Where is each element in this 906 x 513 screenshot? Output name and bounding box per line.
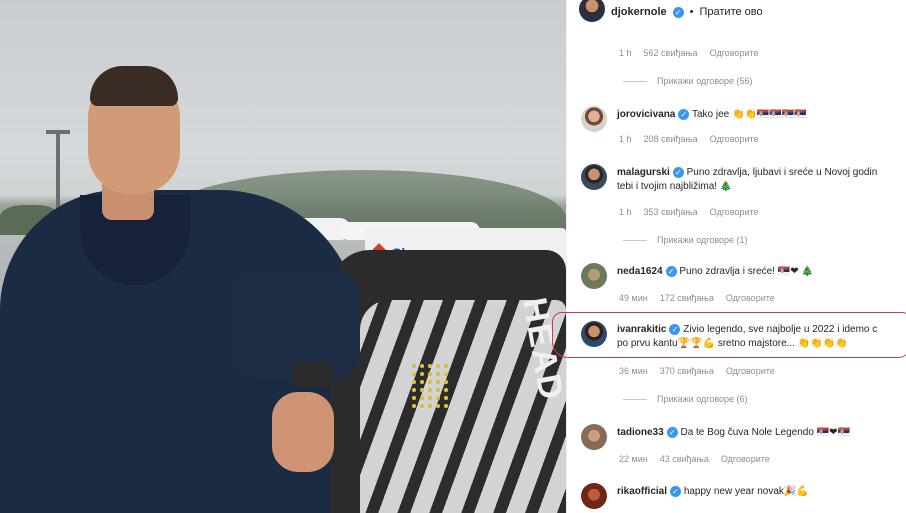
follow-button[interactable]: Пратите ово [699, 6, 762, 18]
highlight-outline [552, 312, 906, 358]
commenter-avatar[interactable] [581, 483, 607, 509]
comment-time: 1 h [619, 134, 632, 144]
verified-badge-icon: ✓ [670, 485, 682, 497]
commenter-username[interactable]: jorovicivana [617, 109, 675, 120]
commenter-username[interactable]: malagurski [617, 167, 670, 178]
author-username[interactable]: djokernole [611, 6, 667, 18]
comment-item: tadione33 ✓ Da te Bog čuva Nole Legendo 🇷… [581, 424, 906, 450]
comment-body: Tako jee 👏👏🇷🇸🇷🇸🇷🇸🇷🇸 [691, 109, 807, 120]
replies-divider [623, 239, 647, 241]
comment-time: 22 мин [619, 454, 648, 464]
comment-meta: 36 мин 370 свиђања Одговорите [619, 366, 775, 376]
comment-likes[interactable]: 208 свиђања [644, 134, 698, 144]
reply-button[interactable]: Одговорите [721, 454, 770, 464]
commenter-username[interactable]: rikaofficial [617, 486, 667, 497]
comment-body: Puno zdravlja i sreće! 🇷🇸❤ 🎄 [679, 266, 814, 277]
comment-text: jorovicivana ✓ Tako jee 👏👏🇷🇸🇷🇸🇷🇸🇷🇸 [617, 108, 807, 132]
comment-time: 36 мин [619, 366, 648, 376]
comment-likes[interactable]: 353 свиђања [644, 207, 698, 217]
reply-button[interactable]: Одговорите [710, 207, 759, 217]
verified-badge-icon: ✓ [678, 108, 690, 120]
comment-item: jorovicivana ✓ Tako jee 👏👏🇷🇸🇷🇸🇷🇸🇷🇸 [581, 106, 906, 132]
view-replies[interactable]: Прикажи одговоре (56) [623, 76, 753, 86]
comment-item: neda1624 ✓ Puno zdravlja i sreće! 🇷🇸❤ 🎄 [581, 263, 906, 289]
comment-time: 1 h [619, 207, 632, 217]
comment-body-line2: tebi i tvojim najbližima! 🎄 [617, 181, 733, 192]
comment-time: 49 мин [619, 293, 648, 303]
comment-likes[interactable]: 43 свиђања [660, 454, 709, 464]
post-photo: Sk HEAD [0, 0, 566, 513]
reply-button[interactable]: Одговорите [710, 134, 759, 144]
comment-body: happy new year novak🎉💪 [683, 486, 809, 497]
commenter-avatar[interactable] [581, 106, 607, 132]
verified-badge-icon: ✓ [672, 6, 684, 18]
comment-text: malagurski ✓ Puno zdravlja, ljubavi i sre… [617, 166, 877, 194]
comments-panel: djokernole ✓ • Пратите ово 1 h 562 свиђа… [566, 0, 906, 513]
person-hand [272, 392, 334, 472]
comment-item: malagurski ✓ Puno zdravlja, ljubavi i sre… [581, 164, 906, 194]
author-avatar[interactable] [579, 0, 605, 22]
wristwatch [292, 362, 332, 388]
verified-badge-icon: ✓ [665, 265, 677, 277]
comment-time: 1 h [619, 48, 632, 58]
comment-meta: 1 h 562 свиђања Одговорите [619, 48, 759, 58]
comment-meta: 1 h 208 свиђања Одговорите [619, 134, 759, 144]
view-replies[interactable]: Прикажи одговоре (1) [623, 235, 748, 245]
commenter-username[interactable]: tadione33 [617, 427, 664, 438]
person-hair [90, 66, 178, 106]
follow-separator: • [689, 6, 694, 18]
view-replies[interactable]: Прикажи одговоре (6) [623, 394, 748, 404]
commenter-avatar[interactable] [581, 263, 607, 289]
verified-badge-icon: ✓ [666, 426, 678, 438]
replies-divider [623, 398, 647, 400]
post-header: djokernole ✓ • Пратите ово [579, 0, 906, 24]
comment-text: tadione33 ✓ Da te Bog čuva Nole Legendo 🇷… [617, 426, 850, 450]
commenter-avatar[interactable] [581, 424, 607, 450]
reply-button[interactable]: Одговорите [726, 366, 775, 376]
comment-body: Puno zdravlja, ljubavi i sreće u Novoj g… [686, 167, 878, 178]
comment-likes[interactable]: 172 свиђања [660, 293, 714, 303]
comment-likes[interactable]: 370 свиђања [660, 366, 714, 376]
view-replies-label[interactable]: Прикажи одговоре (56) [657, 76, 753, 86]
comment-meta: 22 мин 43 свиђања Одговорите [619, 454, 770, 464]
comment-item: rikaofficial ✓ happy new year novak🎉💪 [581, 483, 906, 509]
view-replies-label[interactable]: Прикажи одговоре (6) [657, 394, 748, 404]
view-replies-label[interactable]: Прикажи одговоре (1) [657, 235, 748, 245]
verified-badge-icon: ✓ [672, 166, 684, 178]
comment-body: Da te Bog čuva Nole Legendo 🇷🇸❤🇷🇸 [680, 427, 850, 438]
commenter-avatar[interactable] [581, 164, 607, 190]
replies-divider [623, 80, 647, 82]
comment-meta: 49 мин 172 свиђања Одговорите [619, 293, 775, 303]
commenter-username[interactable]: neda1624 [617, 266, 663, 277]
reply-button[interactable]: Одговорите [726, 293, 775, 303]
comment-text: neda1624 ✓ Puno zdravlja i sreće! 🇷🇸❤ 🎄 [617, 265, 814, 289]
comment-text: rikaofficial ✓ happy new year novak🎉💪 [617, 485, 809, 509]
tennis-bag-pattern [410, 362, 450, 412]
comment-meta: 1 h 353 свиђања Одговорите [619, 207, 759, 217]
comment-likes[interactable]: 562 свиђања [644, 48, 698, 58]
reply-button[interactable]: Одговорите [710, 48, 759, 58]
